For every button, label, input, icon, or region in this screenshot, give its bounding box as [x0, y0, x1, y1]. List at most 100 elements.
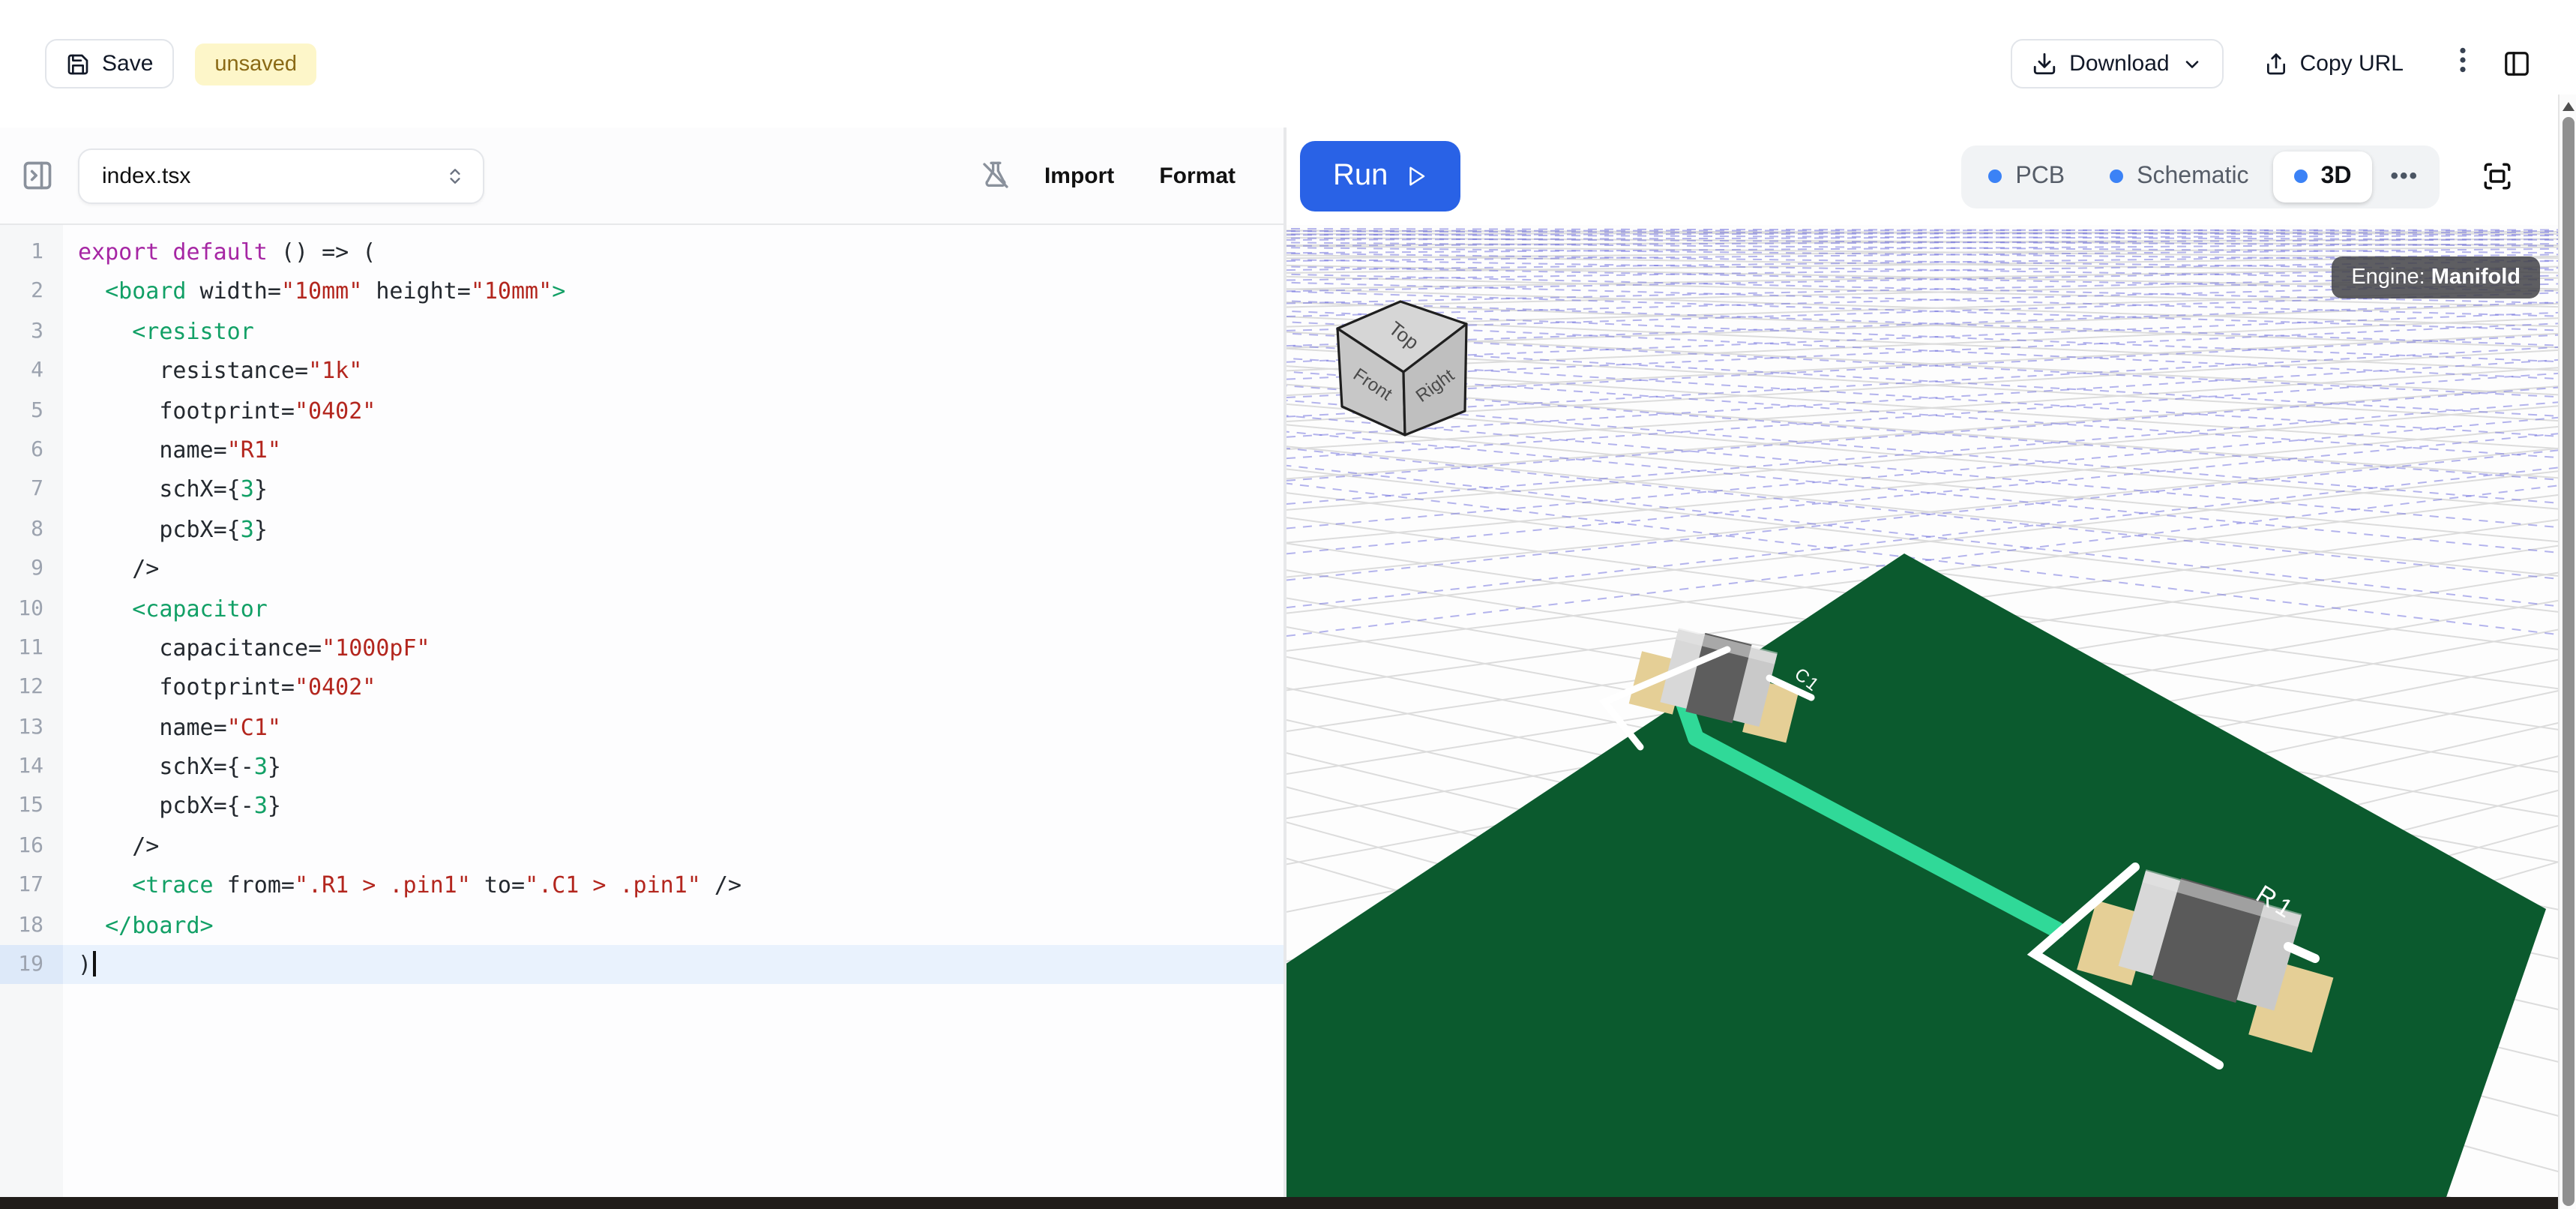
copy-url-label: Copy URL: [2300, 51, 2404, 76]
code-text: resistance="1k": [63, 351, 1284, 391]
code-line[interactable]: 14 schX={-3}: [0, 747, 1284, 787]
line-number: 10: [0, 589, 63, 628]
code-text: footprint="0402": [63, 668, 1284, 708]
more-tabs-button[interactable]: •••: [2375, 152, 2434, 201]
line-number: 11: [0, 628, 63, 668]
code-text: </board>: [63, 905, 1284, 945]
code-text: schX={-3}: [63, 747, 1284, 787]
code-line[interactable]: 15 pcbX={-3}: [0, 787, 1284, 826]
download-icon: [2032, 51, 2057, 76]
code-text: ): [63, 945, 1284, 985]
line-number: 2: [0, 272, 63, 312]
page-scrollbar[interactable]: [2558, 94, 2576, 1209]
tab-pcb[interactable]: PCB: [1967, 151, 2086, 202]
unsaved-badge: unsaved: [195, 43, 316, 85]
line-number: 12: [0, 668, 63, 708]
line-number: 19: [0, 945, 63, 985]
line-number: 16: [0, 826, 63, 866]
code-line[interactable]: 1export default () => (: [0, 232, 1284, 272]
pcb-board: [1287, 554, 2546, 1197]
play-icon: [1404, 165, 1427, 188]
code-line[interactable]: 2 <board width="10mm" height="10mm">: [0, 272, 1284, 312]
code-text: <trace from=".R1 > .pin1" to=".C1 > .pin…: [63, 866, 1284, 906]
scrollbar-thumb[interactable]: [2562, 117, 2574, 1206]
code-editor-panel: index.tsx Import Format 1export default …: [0, 128, 1287, 1197]
line-number: 18: [0, 905, 63, 945]
download-button[interactable]: Download: [2011, 39, 2223, 88]
import-button[interactable]: Import: [1029, 154, 1129, 197]
file-selector[interactable]: index.tsx: [78, 148, 484, 203]
fullscreen-icon[interactable]: [2482, 160, 2513, 192]
copy-url-button[interactable]: Copy URL: [2245, 40, 2423, 87]
code-line[interactable]: 16 />: [0, 826, 1284, 866]
engine-badge-value: Manifold: [2431, 266, 2521, 290]
code-line[interactable]: 10 <capacitor: [0, 589, 1284, 628]
tab-schematic[interactable]: Schematic: [2089, 151, 2269, 202]
line-number: 7: [0, 470, 63, 510]
tab-3d-label: 3D: [2321, 163, 2352, 190]
code-text: <resistor: [63, 312, 1284, 352]
run-button[interactable]: Run: [1300, 141, 1460, 212]
engine-badge-prefix: Engine:: [2351, 266, 2425, 290]
code-line[interactable]: 4 resistance="1k": [0, 351, 1284, 391]
tab-pcb-label: PCB: [2015, 163, 2065, 190]
flask-off-icon[interactable]: [978, 158, 1014, 194]
preview-panel: Run PCB Schematic: [1287, 128, 2576, 1197]
viewport-3d[interactable]: Top Front Right: [1287, 225, 2576, 1197]
3d-status-dot: [2294, 170, 2308, 183]
code-line[interactable]: 18 </board>: [0, 905, 1284, 945]
code-line[interactable]: 6 name="R1": [0, 430, 1284, 470]
kebab-menu-icon[interactable]: [2444, 40, 2482, 87]
code-line[interactable]: 9 />: [0, 549, 1284, 589]
code-text: <board width="10mm" height="10mm">: [63, 272, 1284, 312]
scroll-up-icon[interactable]: [2563, 102, 2575, 111]
app-window: Save unsaved Download Copy URL: [0, 0, 2576, 1209]
code-text: export default () => (: [63, 232, 1284, 272]
tab-schematic-label: Schematic: [2137, 163, 2248, 190]
top-header: Save unsaved Download Copy URL: [0, 0, 2576, 128]
line-number: 8: [0, 509, 63, 549]
line-number: 4: [0, 351, 63, 391]
code-area[interactable]: 1export default () => (2 <board width="1…: [0, 225, 1284, 1197]
code-lines: 1export default () => (2 <board width="1…: [0, 232, 1284, 985]
line-number: 17: [0, 866, 63, 906]
code-line[interactable]: 11 capacitance="1000pF": [0, 628, 1284, 668]
scene-canvas[interactable]: Top Front Right: [1287, 225, 2570, 1197]
tab-3d[interactable]: 3D: [2273, 151, 2373, 202]
line-number: 1: [0, 232, 63, 272]
code-text: name="R1": [63, 430, 1284, 470]
code-text: name="C1": [63, 707, 1284, 747]
chevron-down-icon: [2182, 53, 2203, 74]
code-text: schX={3}: [63, 470, 1284, 510]
code-line[interactable]: 13 name="C1": [0, 707, 1284, 747]
code-line[interactable]: 12 footprint="0402": [0, 668, 1284, 708]
code-text: />: [63, 826, 1284, 866]
code-line[interactable]: 3 <resistor: [0, 312, 1284, 352]
line-number: 14: [0, 747, 63, 787]
line-number: 6: [0, 430, 63, 470]
code-line[interactable]: 17 <trace from=".R1 > .pin1" to=".C1 > .…: [0, 866, 1284, 906]
code-line[interactable]: 5 footprint="0402": [0, 391, 1284, 430]
viewer-toolbar: Run PCB Schematic: [1287, 128, 2576, 225]
engine-badge: Engine: Manifold: [2332, 256, 2540, 298]
code-text: pcbX={3}: [63, 509, 1284, 549]
run-label: Run: [1333, 159, 1388, 194]
save-button[interactable]: Save: [45, 39, 174, 88]
main-split: index.tsx Import Format 1export default …: [0, 128, 2576, 1197]
text-cursor: [93, 951, 95, 976]
code-line[interactable]: 19): [0, 945, 1284, 985]
format-button[interactable]: Format: [1144, 154, 1251, 197]
line-number: 15: [0, 787, 63, 826]
chevrons-up-down-icon: [445, 166, 465, 185]
file-selector-value: index.tsx: [102, 163, 190, 188]
line-number: 3: [0, 312, 63, 352]
code-line[interactable]: 8 pcbX={3}: [0, 509, 1284, 549]
code-line[interactable]: 7 schX={3}: [0, 470, 1284, 510]
schematic-status-dot: [2110, 170, 2123, 183]
panel-layout-icon[interactable]: [2503, 50, 2531, 78]
code-text: pcbX={-3}: [63, 787, 1284, 826]
code-text: capacitance="1000pF": [63, 628, 1284, 668]
orientation-cube[interactable]: Top Front Right: [1337, 302, 1466, 435]
panel-toggle-icon[interactable]: [18, 156, 57, 195]
save-icon: [66, 52, 90, 76]
